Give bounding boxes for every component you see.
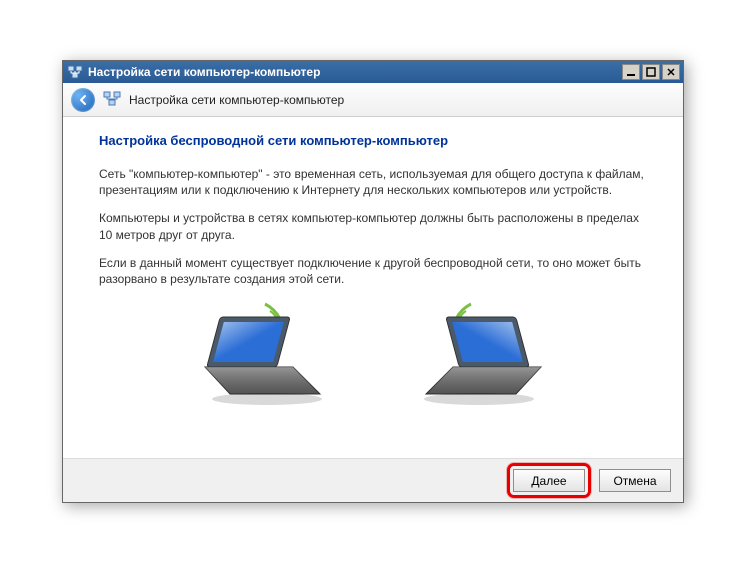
laptop-icon bbox=[411, 299, 571, 412]
wizard-content: Настройка беспроводной сети компьютер-ко… bbox=[63, 117, 683, 458]
cancel-button[interactable]: Отмена bbox=[599, 469, 671, 492]
illustration bbox=[99, 299, 647, 412]
maximize-button[interactable] bbox=[642, 64, 660, 80]
network-icon bbox=[103, 89, 121, 110]
paragraph-1: Сеть "компьютер-компьютер" - это временн… bbox=[99, 166, 647, 198]
minimize-button[interactable] bbox=[622, 64, 640, 80]
paragraph-3: Если в данный момент существует подключе… bbox=[99, 255, 647, 287]
next-button[interactable]: Далее bbox=[513, 469, 585, 492]
back-button[interactable] bbox=[71, 88, 95, 112]
network-icon bbox=[67, 64, 83, 80]
wizard-title: Настройка сети компьютер-компьютер bbox=[129, 93, 344, 107]
highlight-ring: Далее bbox=[507, 463, 591, 498]
wizard-header: Настройка сети компьютер-компьютер bbox=[63, 83, 683, 117]
titlebar: Настройка сети компьютер-компьютер bbox=[63, 61, 683, 83]
laptop-icon bbox=[175, 299, 335, 412]
wizard-window: Настройка сети компьютер-компьютер На bbox=[62, 60, 684, 503]
page-heading: Настройка беспроводной сети компьютер-ко… bbox=[99, 133, 647, 148]
window-title: Настройка сети компьютер-компьютер bbox=[88, 65, 320, 79]
wizard-footer: Далее Отмена bbox=[63, 458, 683, 502]
paragraph-2: Компьютеры и устройства в сетях компьюте… bbox=[99, 210, 647, 242]
close-button[interactable] bbox=[662, 64, 680, 80]
